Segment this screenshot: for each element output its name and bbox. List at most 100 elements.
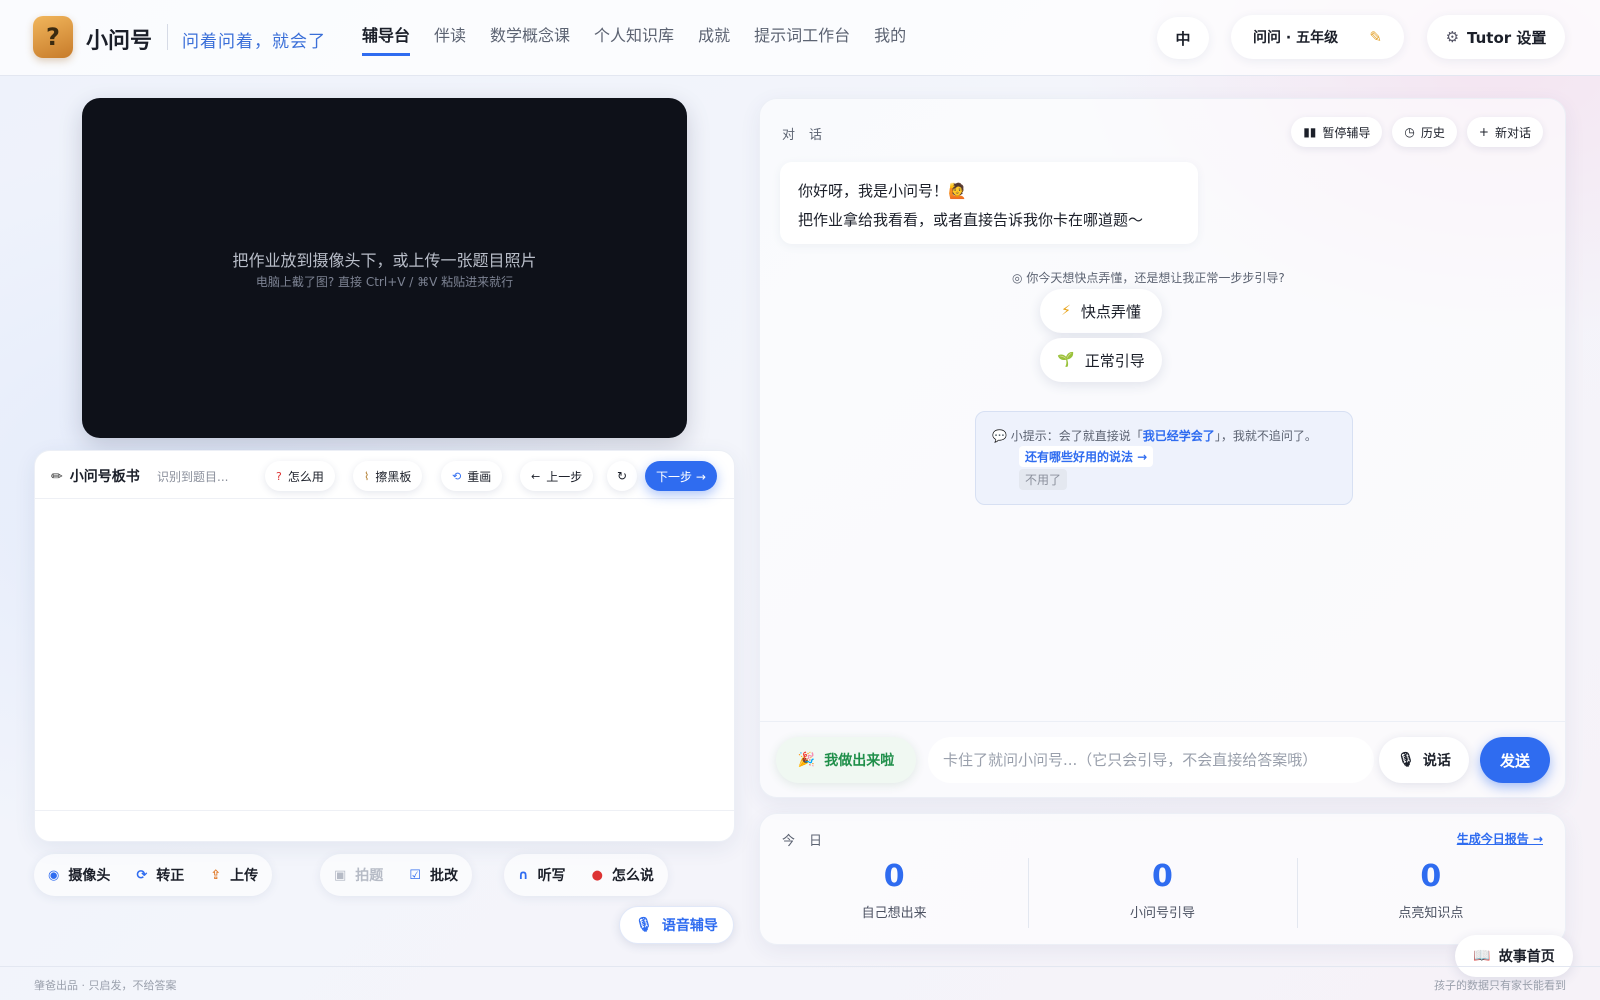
more-phrases-link[interactable]: 还有哪些好用的说法 → xyxy=(1019,446,1154,467)
talk-button[interactable]: 🎙 说话 xyxy=(1379,737,1469,783)
today-section-label: 今日 xyxy=(782,834,837,849)
whiteboard-footer-line xyxy=(35,810,734,811)
camera-icon: ◉ xyxy=(48,867,60,883)
tip-suffix: 」，我就不追问了。 xyxy=(1214,429,1317,443)
rotate-tool-label: 转正 xyxy=(156,868,185,884)
redraw-icon: ⟲ xyxy=(452,469,462,483)
capture-tool-group: ◉ 摄像头 ⟳ 转正 ⇪ 上传 xyxy=(34,854,273,896)
pause-tutor-button[interactable]: ▮▮ 暂停辅导 xyxy=(1291,117,1383,147)
normal-mode-label: 正常引导 xyxy=(1084,351,1145,370)
generate-report-link[interactable]: 生成今日报告 → xyxy=(1457,830,1543,847)
camera-preview[interactable]: 把作业放到摄像头下，或上传一张题目照片 电脑上截了图? 直接 Ctrl+V / … xyxy=(82,98,687,438)
pencil-icon[interactable]: ✎ xyxy=(1369,28,1382,46)
pause-tutor-label: 暂停辅导 xyxy=(1322,125,1371,140)
erase-board-button[interactable]: ⌇ 擦黑板 xyxy=(353,461,423,491)
arrow-left-icon: ← xyxy=(531,469,541,483)
language-tool-group: ∩ 听写 ● 怎么说 xyxy=(504,854,668,896)
next-step-button[interactable]: 下一步 → xyxy=(645,461,717,491)
snap-tool-button[interactable]: ▣ 拍题 xyxy=(334,865,383,885)
chat-bubble-icon: 💬 xyxy=(992,429,1007,443)
today-stats-panel: 今日 生成今日报告 → 0 自己想出来 0 小问号引导 0 点亮知识点 xyxy=(759,813,1566,945)
stat-self-solved: 0 自己想出来 xyxy=(760,858,1028,921)
chat-message-input[interactable] xyxy=(928,737,1374,783)
normal-mode-choice[interactable]: 🌱 正常引导 xyxy=(1040,338,1162,382)
story-home-label: 故事首页 xyxy=(1498,949,1555,965)
whiteboard-panel: ✏ 小问号板书 识别到题目... ? 怎么用 ⌇ 擦黑板 ⟲ 重画 ← 上一步 ↻… xyxy=(34,450,735,842)
nav-item-mine[interactable]: 我的 xyxy=(874,22,906,56)
new-chat-label: 新对话 xyxy=(1494,125,1531,140)
snap-tool-label: 拍题 xyxy=(355,868,384,884)
page-footer: 肇爸出品 · 只启发，不给答案 孩子的数据只有家长能看到 xyxy=(0,966,1600,1000)
upload-tool-label: 上传 xyxy=(230,868,259,884)
previous-step-button[interactable]: ← 上一步 xyxy=(520,461,594,491)
user-profile-pill[interactable]: 问问 · 五年级 ✎ xyxy=(1231,15,1404,59)
upload-tool-button[interactable]: ⇪ 上传 xyxy=(210,865,258,885)
i-solved-it-button[interactable]: 🎉 我做出来啦 xyxy=(776,737,916,783)
dismiss-tip-button[interactable]: 不用了 xyxy=(1019,469,1068,490)
nav-item-prompt-workbench[interactable]: 提示词工作台 xyxy=(754,22,850,56)
howto-say-tool-label: 怎么说 xyxy=(611,868,654,884)
rotate-icon: ⟳ xyxy=(136,867,148,883)
history-button[interactable]: ◷ 历史 xyxy=(1392,117,1457,147)
main-nav: 辅导台 伴读 数学概念课 个人知识库 成就 提示词工作台 我的 xyxy=(362,22,930,56)
stat-knowledge-points: 0 点亮知识点 xyxy=(1296,858,1565,928)
stat-label: 自己想出来 xyxy=(861,906,927,921)
action-tool-group: ▣ 拍题 ☑ 批改 xyxy=(320,854,472,896)
nav-item-math-course[interactable]: 数学概念课 xyxy=(490,22,570,56)
voice-tutor-label: 语音辅导 xyxy=(661,918,718,934)
stat-value: 0 xyxy=(1420,859,1442,894)
voice-tutor-button[interactable]: 🎙 语音辅导 xyxy=(619,906,734,944)
broom-icon: ⌇ xyxy=(364,469,370,483)
nav-item-tutor-desk[interactable]: 辅导台 xyxy=(362,22,411,56)
rotate-tool-button[interactable]: ⟳ 转正 xyxy=(136,865,184,885)
tutor-settings-label: Tutor 设置 xyxy=(1467,28,1547,47)
stats-row: 0 自己想出来 0 小问号引导 0 点亮知识点 xyxy=(760,858,1565,928)
mic-icon: 🎙 xyxy=(635,917,653,933)
language-toggle-button[interactable]: 中 xyxy=(1157,17,1209,59)
stat-value: 0 xyxy=(883,859,905,894)
fast-mode-choice[interactable]: ⚡ 快点弄懂 xyxy=(1040,289,1162,333)
send-button[interactable]: 发送 xyxy=(1480,737,1550,783)
whiteboard-header: ✏ 小问号板书 识别到题目... ? 怎么用 ⌇ 擦黑板 ⟲ 重画 ← 上一步 ↻… xyxy=(35,451,734,499)
nav-item-reading[interactable]: 伴读 xyxy=(434,22,466,56)
redraw-button[interactable]: ⟲ 重画 xyxy=(441,461,503,491)
recognition-status: 识别到题目... xyxy=(157,470,229,484)
gear-icon: ⚙ xyxy=(1445,28,1460,46)
pace-question-text: 你今天想快点弄懂，还是想让我正常一步步引导? xyxy=(1026,271,1285,285)
next-step-label: 下一步 → xyxy=(656,469,706,484)
nav-item-knowledge-base[interactable]: 个人知识库 xyxy=(594,22,674,56)
speech-icon: ● xyxy=(591,867,603,883)
header-divider xyxy=(167,24,168,50)
app-slogan: 问着问着，就会了 xyxy=(182,32,326,52)
snapshot-icon: ▣ xyxy=(334,867,347,883)
dictation-tool-button[interactable]: ∩ 听写 xyxy=(518,865,566,885)
stat-guided: 0 小问号引导 xyxy=(1028,858,1296,928)
camera-tool-label: 摄像头 xyxy=(68,868,111,884)
redraw-label: 重画 xyxy=(467,469,492,484)
clock-icon: ◷ xyxy=(1404,125,1415,139)
history-label: 历史 xyxy=(1420,125,1445,140)
talk-label: 说话 xyxy=(1422,753,1451,769)
camera-tool-button[interactable]: ◉ 摄像头 xyxy=(48,865,110,885)
assistant-greeting-bubble: 你好呀，我是小问号！🙋 把作业拿给我看看，或者直接告诉我你卡在哪道题～ xyxy=(780,162,1198,244)
previous-step-label: 上一步 xyxy=(546,469,583,484)
party-icon: 🎉 xyxy=(797,752,816,768)
nav-item-achievements[interactable]: 成就 xyxy=(698,22,730,56)
how-to-use-label: 怎么用 xyxy=(287,469,324,484)
greeting-line-1: 你好呀，我是小问号！🙋 xyxy=(798,182,967,200)
chat-actions: ▮▮ 暂停辅导 ◷ 历史 + 新对话 xyxy=(1291,117,1543,147)
howto-say-tool-button[interactable]: ● 怎么说 xyxy=(592,865,654,885)
mic-icon: 🎙 xyxy=(1397,752,1415,768)
how-to-use-button[interactable]: ? 怎么用 xyxy=(265,461,335,491)
whiteboard-title-label: 小问号板书 xyxy=(69,469,140,485)
pace-question: ◎ 你今天想快点弄懂，还是想让我正常一步步引导? xyxy=(1012,269,1312,286)
refresh-button[interactable]: ↻ xyxy=(607,461,638,491)
dictation-tool-label: 听写 xyxy=(537,868,566,884)
new-chat-button[interactable]: + 新对话 xyxy=(1466,117,1543,147)
grade-tool-button[interactable]: ☑ 批改 xyxy=(409,865,458,885)
app-logo[interactable]: ? xyxy=(33,16,73,58)
grade-tool-label: 批改 xyxy=(429,868,458,884)
footer-credit: 肇爸出品 · 只启发，不给答案 xyxy=(34,979,177,992)
tutor-settings-button[interactable]: ⚙ Tutor 设置 xyxy=(1427,15,1565,59)
erase-board-label: 擦黑板 xyxy=(375,469,412,484)
